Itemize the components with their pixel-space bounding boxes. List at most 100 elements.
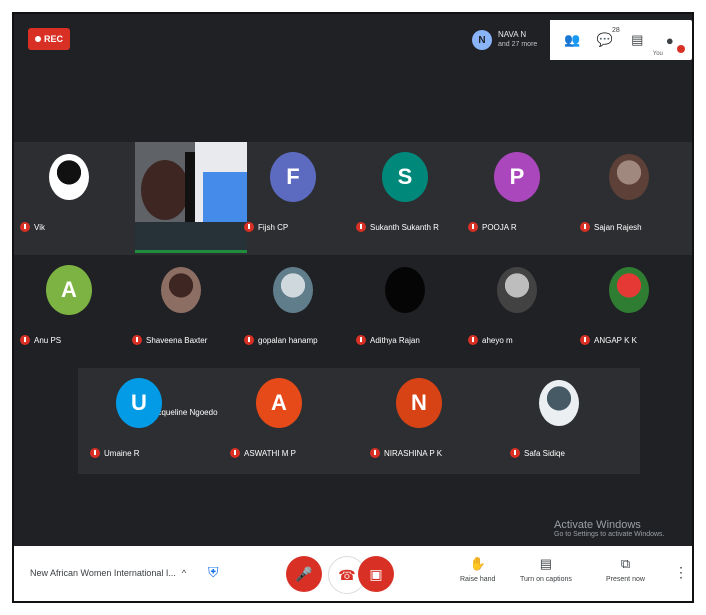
muted-mic-icon bbox=[20, 222, 30, 232]
participant-tile[interactable]: aheyo m bbox=[462, 255, 572, 355]
muted-mic-icon bbox=[132, 335, 142, 345]
participant-photo bbox=[49, 154, 89, 200]
captions-icon: ▤ bbox=[539, 556, 553, 571]
participant-label: Sukanth Sukanth R bbox=[356, 222, 439, 232]
present-button[interactable]: ⧉ Present now bbox=[606, 556, 645, 583]
participant-name: Umaine R bbox=[104, 448, 140, 458]
participant-label: gopalan hanamp bbox=[244, 335, 318, 345]
participant-name: ASWATHI M P bbox=[244, 448, 296, 458]
caret-up-icon: ^ bbox=[181, 568, 187, 578]
participant-name: gopalan hanamp bbox=[258, 335, 318, 345]
participant-tile[interactable]: A ASWATHI M P bbox=[224, 368, 334, 468]
participant-avatar: A bbox=[256, 378, 302, 428]
meeting-details[interactable]: New African Women International I... ^ bbox=[30, 568, 186, 578]
chat-count: 28 bbox=[611, 27, 620, 34]
participant-name: Safa Sidiqe bbox=[524, 448, 565, 458]
shield-icon[interactable]: ⛨ bbox=[208, 564, 222, 582]
participant-tile[interactable]: F Fijsh CP bbox=[238, 142, 348, 242]
participant-tile[interactable]: P POOJA R bbox=[462, 142, 572, 242]
participant-tile[interactable]: Vik bbox=[14, 142, 124, 242]
hand-icon: ✋ bbox=[469, 556, 486, 571]
participant-label: POOJA R bbox=[468, 222, 517, 232]
participant-tile[interactable]: Shaveena Baxter bbox=[126, 255, 236, 355]
participant-avatar: P bbox=[494, 152, 540, 202]
participant-avatar: F bbox=[270, 152, 316, 202]
participant-name: Vik bbox=[34, 222, 45, 232]
presenter-sub: and 27 more bbox=[498, 41, 538, 48]
people-icon[interactable]: 👥 bbox=[563, 31, 581, 49]
record-dot-icon bbox=[34, 36, 41, 42]
participant-photo bbox=[609, 267, 649, 313]
meeting-name: New African Women International I... bbox=[30, 568, 176, 578]
top-toolbar: N NAVA N and 27 more 👥 💬 28 ▤ ● You bbox=[464, 20, 692, 60]
muted-mic-icon bbox=[20, 335, 30, 345]
chat-icon[interactable]: 💬 28 bbox=[596, 27, 620, 49]
muted-mic-icon bbox=[580, 335, 590, 345]
raise-hand-label: Raise hand bbox=[460, 576, 496, 583]
watermark-title: Activate Windows bbox=[554, 519, 641, 531]
participant-photo bbox=[161, 267, 201, 313]
participant-name: aheyo m bbox=[482, 335, 513, 345]
muted-mic-icon bbox=[510, 448, 520, 458]
muted-mic-icon bbox=[370, 448, 380, 458]
participant-tile[interactable]: Sajan Rajesh bbox=[574, 142, 684, 242]
mic-off-button[interactable]: 🎤 bbox=[286, 556, 322, 592]
participant-label: Vik bbox=[20, 222, 45, 232]
participant-avatar: U bbox=[116, 378, 162, 428]
present-label: Present now bbox=[606, 576, 645, 583]
watermark-sub: Go to Settings to activate Windows. bbox=[554, 531, 665, 538]
participant-avatar: S bbox=[382, 152, 428, 202]
participant-tile[interactable]: S Sukanth Sukanth R bbox=[350, 142, 460, 242]
participant-name: Adithya Rajan bbox=[370, 335, 420, 345]
participant-label: Sajan Rajesh bbox=[580, 222, 642, 232]
participant-label: ANGAP K K bbox=[580, 335, 637, 345]
participant-label: Safa Sidiqe bbox=[510, 448, 565, 458]
muted-mic-icon bbox=[468, 335, 478, 345]
participant-name: ANGAP K K bbox=[594, 335, 637, 345]
participant-label: Shaveena Baxter bbox=[132, 335, 207, 345]
participant-tile[interactable]: N NIRASHINA P K bbox=[364, 368, 474, 468]
recording-badge: REC bbox=[28, 28, 70, 50]
participant-tile[interactable]: Adithya Rajan bbox=[350, 255, 460, 355]
participant-label: NIRASHINA P K bbox=[370, 448, 442, 458]
participant-tile[interactable]: Safa Sidiqe bbox=[504, 368, 614, 468]
raise-hand-button[interactable]: ✋ Raise hand bbox=[460, 556, 495, 583]
participant-label: aheyo m bbox=[468, 335, 513, 345]
user-menu-icon[interactable]: ● You bbox=[653, 31, 685, 57]
participant-name: Fijsh CP bbox=[258, 222, 289, 232]
captions-button[interactable]: ▤ Turn on captions bbox=[520, 556, 572, 583]
participant-label: Anu PS bbox=[20, 335, 61, 345]
participant-tile[interactable]: A Anu PS bbox=[14, 255, 124, 355]
you-label: You bbox=[652, 51, 663, 57]
participant-tile[interactable]: U Umaine R bbox=[84, 368, 194, 468]
participant-label: Adithya Rajan bbox=[356, 335, 420, 345]
captions-label: Turn on captions bbox=[520, 576, 572, 583]
muted-mic-icon bbox=[468, 222, 478, 232]
participant-tile[interactable]: ANGAP K K bbox=[574, 255, 684, 355]
participant-photo bbox=[539, 380, 579, 426]
present-icon: ⧉ bbox=[620, 556, 631, 571]
participant-avatar: A bbox=[46, 265, 92, 315]
participant-name: Shaveena Baxter bbox=[146, 335, 208, 345]
muted-mic-icon bbox=[90, 448, 100, 458]
participant-photo bbox=[609, 154, 649, 200]
participant-photo bbox=[273, 267, 313, 313]
presenter-chip[interactable]: N NAVA N and 27 more bbox=[464, 20, 550, 60]
participant-label: Umaine R bbox=[90, 448, 140, 458]
camera-off-button[interactable]: ▣ bbox=[358, 556, 394, 592]
participant-avatar: N bbox=[396, 378, 442, 428]
muted-mic-icon bbox=[580, 222, 590, 232]
presenter-name: NAVA N bbox=[498, 30, 527, 39]
more-options-icon[interactable]: ⋮ bbox=[674, 564, 688, 581]
muted-mic-icon bbox=[356, 222, 366, 232]
participant-tile[interactable]: gopalan hanamp bbox=[238, 255, 348, 355]
activities-icon[interactable]: ▤ bbox=[628, 31, 646, 49]
meeting-window: REC N NAVA N and 27 more 👥 💬28 ▤ ●You bbox=[12, 12, 694, 603]
muted-mic-icon bbox=[230, 448, 240, 458]
participant-name: Sukanth Sukanth R bbox=[370, 222, 439, 232]
bottom-toolbar: New African Women International I... ^ ⛨… bbox=[14, 546, 692, 601]
participant-name: POOJA R bbox=[482, 222, 517, 232]
muted-mic-icon bbox=[244, 222, 254, 232]
participant-photo bbox=[497, 267, 537, 313]
activate-windows-watermark: Activate Windows Go to Settings to activ… bbox=[554, 519, 665, 538]
